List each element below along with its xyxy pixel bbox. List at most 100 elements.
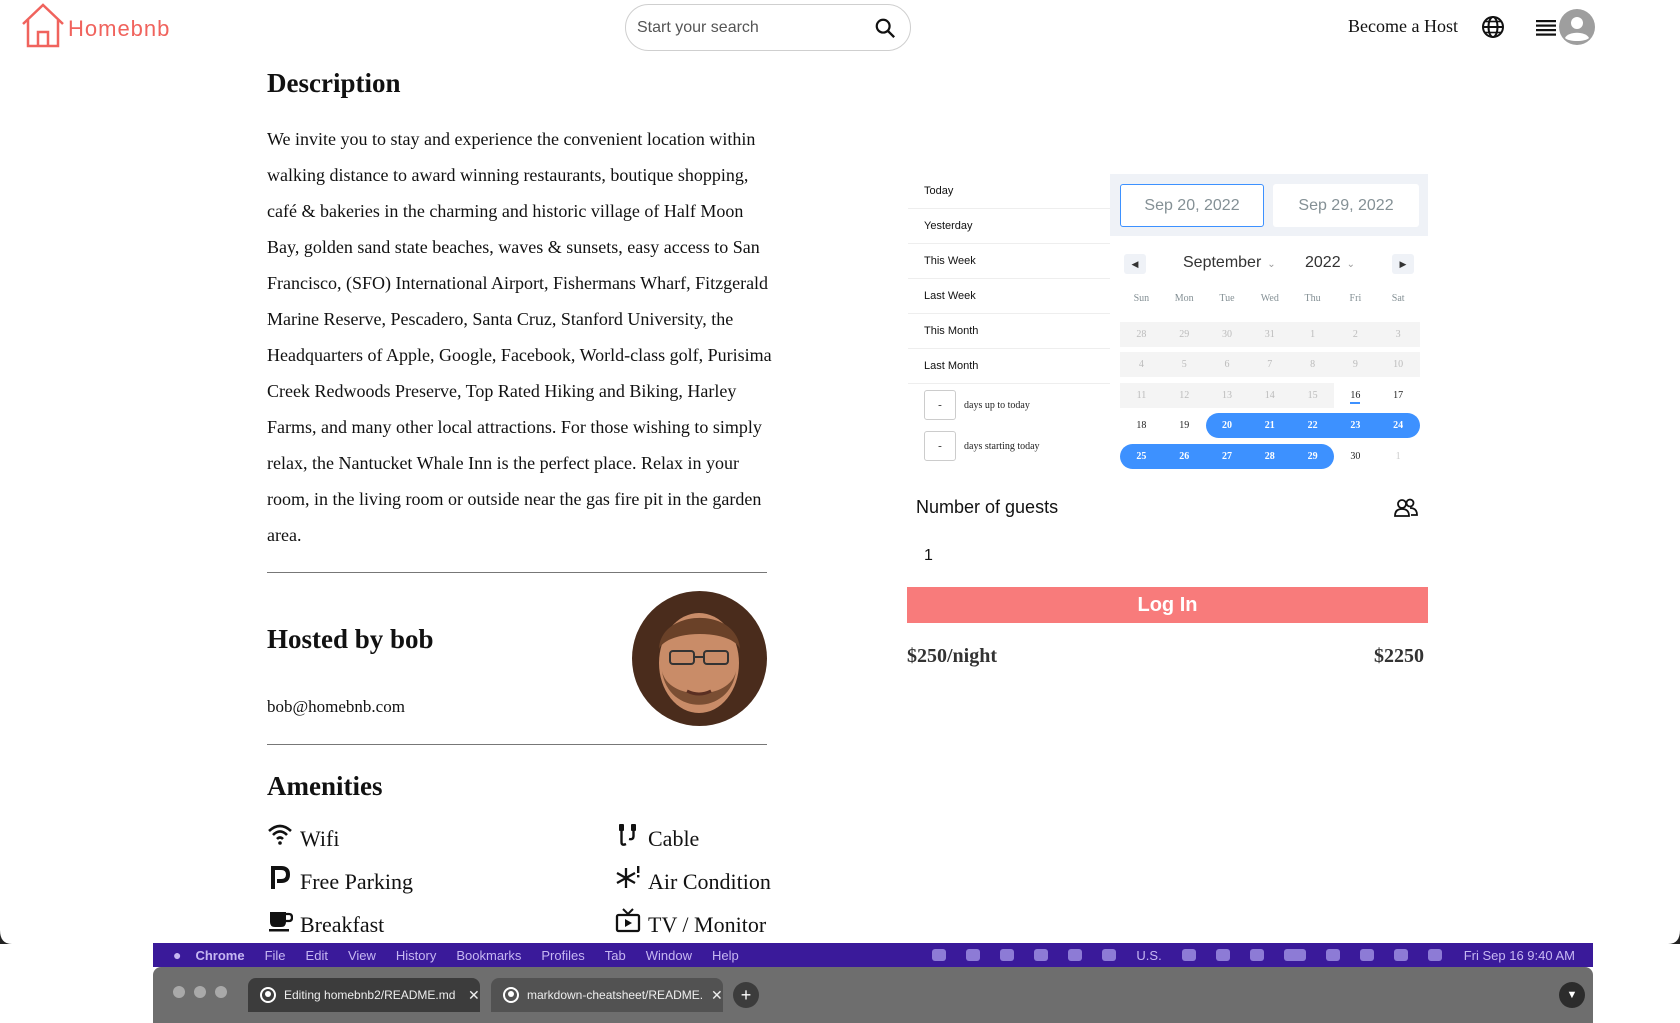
keyboard-layout[interactable]: U.S.: [1136, 948, 1161, 963]
day-number: 28: [1136, 328, 1147, 340]
apple-icon[interactable]: ●: [173, 947, 181, 963]
status-icon[interactable]: [1034, 949, 1049, 961]
browser-tab[interactable]: markdown-cheatsheet/README.md ✕: [491, 978, 723, 1012]
zoom-window-button[interactable]: [215, 986, 227, 998]
end-date-field[interactable]: Sep 29, 2022: [1273, 184, 1419, 227]
calendar-day[interactable]: 28: [1248, 443, 1292, 469]
tab-search-button[interactable]: ▼: [1559, 982, 1585, 1008]
wifi-icon: [268, 824, 292, 845]
menu-icon[interactable]: [1535, 17, 1557, 39]
days-up-to-today-input[interactable]: -: [924, 390, 956, 420]
calendar-day[interactable]: 18: [1120, 413, 1163, 438]
calendar-day[interactable]: 29: [1291, 443, 1334, 469]
siri-icon[interactable]: [1427, 949, 1442, 961]
day-number: 15: [1307, 389, 1318, 401]
days-starting-today-input[interactable]: -: [924, 431, 956, 461]
calendar-day: 10: [1376, 352, 1420, 377]
menu-tab[interactable]: Tab: [605, 948, 626, 963]
year-select[interactable]: 2022 ⌄: [1305, 254, 1355, 272]
status-icon[interactable]: [1068, 949, 1083, 961]
range-yesterday[interactable]: Yesterday: [908, 209, 1110, 244]
range-last-month[interactable]: Last Month: [908, 349, 1110, 384]
amenity-label: Cable: [648, 826, 700, 851]
menu-app-name[interactable]: Chrome: [195, 948, 244, 963]
minimize-window-button[interactable]: [194, 986, 206, 998]
prev-month-button[interactable]: ◀: [1124, 254, 1146, 274]
bluetooth-icon[interactable]: [1215, 949, 1230, 961]
range-this-week[interactable]: This Week: [908, 244, 1110, 279]
battery-icon[interactable]: [1283, 949, 1306, 961]
globe-icon[interactable]: [1481, 15, 1505, 39]
menu-profiles[interactable]: Profiles: [541, 948, 584, 963]
calendar-day[interactable]: 19: [1163, 413, 1206, 438]
menu-edit[interactable]: Edit: [306, 948, 328, 963]
close-tab-icon[interactable]: ✕: [468, 987, 480, 1004]
login-button[interactable]: Log In: [907, 587, 1428, 623]
amenity-cable: Cable: [615, 822, 699, 852]
close-tab-icon[interactable]: ✕: [711, 987, 723, 1004]
volume-icon[interactable]: [1249, 949, 1264, 961]
range-last-week[interactable]: Last Week: [908, 279, 1110, 314]
browser-tab[interactable]: Editing homebnb2/README.md ✕: [248, 978, 480, 1012]
search-input[interactable]: [637, 18, 874, 37]
status-icon[interactable]: [932, 949, 947, 961]
calendar-day[interactable]: 25: [1120, 443, 1163, 469]
menu-view[interactable]: View: [348, 948, 376, 963]
start-date-field[interactable]: Sep 20, 2022: [1120, 184, 1264, 227]
house-logo-icon: [22, 3, 64, 48]
calendar-day[interactable]: 23: [1333, 413, 1377, 438]
calendar-day[interactable]: 16: [1334, 383, 1377, 408]
search-bar[interactable]: [625, 4, 911, 51]
logo-text: Homebnb: [68, 16, 171, 41]
day-number: 30: [1221, 328, 1232, 340]
become-host-link[interactable]: Become a Host: [1348, 16, 1458, 37]
calendar-day[interactable]: 26: [1162, 443, 1206, 469]
amenity-label: Wifi: [300, 826, 340, 851]
status-icon[interactable]: [1181, 949, 1196, 961]
search-icon[interactable]: [874, 17, 896, 39]
day-number: 1: [1310, 328, 1316, 340]
github-icon: [260, 987, 276, 1003]
status-icon[interactable]: [966, 949, 981, 961]
calendar-day[interactable]: 20: [1205, 413, 1249, 438]
control-center-icon[interactable]: [1393, 949, 1408, 961]
menu-history[interactable]: History: [396, 948, 436, 963]
calendar-day[interactable]: 1: [1377, 444, 1420, 469]
calendar-day[interactable]: 21: [1248, 413, 1292, 438]
guests-input[interactable]: 1: [924, 547, 933, 565]
moon-icon[interactable]: [1102, 949, 1117, 961]
close-window-button[interactable]: [173, 986, 185, 998]
year-value: 2022: [1305, 254, 1341, 271]
description-title: Description: [267, 68, 401, 98]
wifi-icon[interactable]: [1325, 949, 1340, 961]
day-number: 20: [1221, 420, 1232, 431]
calendar-day: 30: [1205, 321, 1249, 347]
menu-window[interactable]: Window: [646, 948, 692, 963]
menu-bookmarks[interactable]: Bookmarks: [456, 948, 521, 963]
calendar-day[interactable]: 27: [1205, 443, 1249, 469]
calendar-day: 3: [1376, 321, 1420, 347]
calendar-day[interactable]: 24: [1376, 413, 1420, 438]
user-avatar-icon[interactable]: [1559, 9, 1595, 45]
range-today[interactable]: Today: [908, 174, 1110, 209]
amenities-title: Amenities: [267, 771, 383, 801]
weekday-label: Thu: [1304, 293, 1321, 304]
status-icon[interactable]: [1000, 949, 1015, 961]
day-number: 2: [1352, 328, 1358, 340]
range-this-month[interactable]: This Month: [908, 314, 1110, 349]
calendar-day[interactable]: 17: [1377, 383, 1420, 408]
chevron-down-icon: ⌄: [1346, 259, 1355, 270]
calendar-day[interactable]: 22: [1291, 413, 1334, 438]
menu-file[interactable]: File: [265, 948, 286, 963]
month-select[interactable]: September ⌄: [1183, 254, 1276, 272]
calendar-day: 1: [1291, 321, 1334, 347]
new-tab-button[interactable]: +: [733, 982, 759, 1008]
calendar-day[interactable]: 30: [1334, 444, 1377, 469]
spotlight-icon[interactable]: [1359, 949, 1374, 961]
menu-help[interactable]: Help: [712, 948, 739, 963]
month-value: September: [1183, 254, 1262, 271]
logo[interactable]: Homebnb: [20, 2, 170, 48]
calendar-day: 9: [1333, 352, 1377, 377]
clock[interactable]: Fri Sep 16 9:40 AM: [1464, 948, 1575, 963]
next-month-button[interactable]: ▶: [1392, 254, 1414, 274]
